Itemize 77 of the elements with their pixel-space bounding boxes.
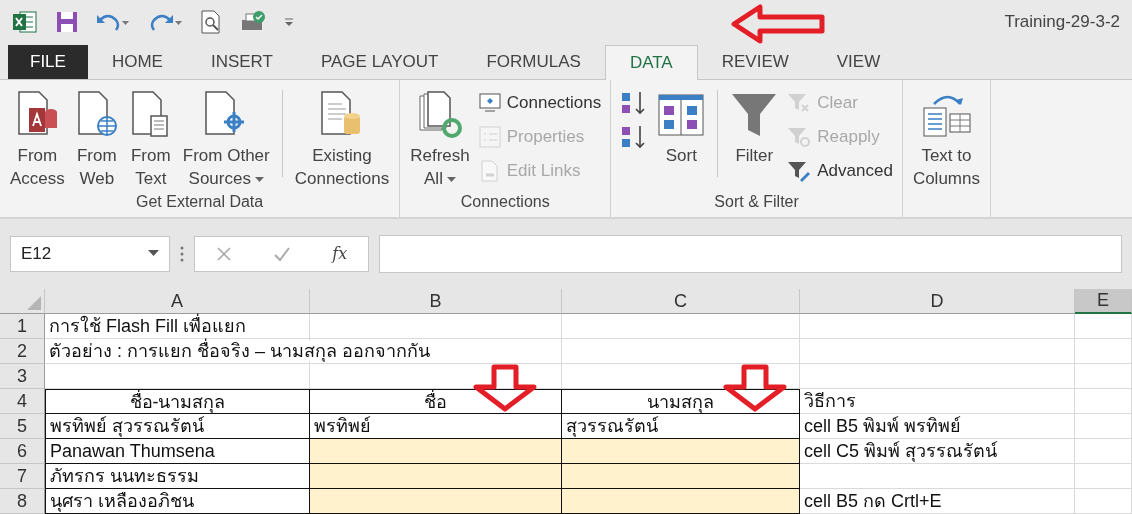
- ribbon-button[interactable]: From Text: [124, 84, 177, 193]
- arrow-annotation: [722, 364, 788, 412]
- table-cell: [1075, 464, 1132, 489]
- column-header[interactable]: B: [310, 289, 562, 314]
- ribbon-button[interactable]: Advanced: [784, 154, 896, 189]
- refresh-documents-icon: [416, 90, 464, 141]
- row-header[interactable]: 3: [0, 364, 45, 389]
- cell-text: นามสกุล: [647, 391, 714, 412]
- cell-text: cell C5 พิมพ์ สุวรรณรัตน์: [804, 441, 998, 461]
- cell-text: วิธีการ: [804, 391, 856, 411]
- check-icon[interactable]: [273, 245, 291, 262]
- row-header[interactable]: 2: [0, 339, 45, 364]
- caret-icon: [254, 176, 264, 183]
- cancel-icon[interactable]: [215, 245, 232, 262]
- group-label: Sort & Filter: [714, 192, 799, 212]
- row-header[interactable]: 4: [0, 389, 45, 414]
- table-cell: [1075, 314, 1132, 339]
- redo-icon[interactable]: [148, 12, 182, 33]
- row-header[interactable]: 5: [0, 414, 45, 439]
- ribbon-tab[interactable]: DATA: [604, 44, 698, 81]
- cell-text: นุศรา เหลืองอภิชน: [50, 491, 194, 511]
- row-header[interactable]: 1: [0, 314, 45, 339]
- cell-text: ชื่อ-นามสกุล: [129, 391, 226, 412]
- column-header[interactable]: D: [800, 289, 1075, 314]
- ribbon-tab[interactable]: INSERT: [186, 44, 297, 80]
- formula-input[interactable]: [379, 234, 1122, 273]
- excel-logo-icon: [12, 10, 38, 35]
- column-header[interactable]: E: [1075, 289, 1132, 314]
- ribbon-button[interactable]: Filter: [726, 84, 783, 170]
- funnel-refresh-icon: [787, 126, 812, 149]
- chain-document-icon: [478, 160, 501, 183]
- more-options-icon[interactable]: [180, 245, 184, 262]
- table-cell: [1075, 339, 1132, 364]
- cell-text: cell B5 กด Crtl+E: [804, 491, 942, 511]
- ribbon-button[interactable]: From Web: [70, 84, 123, 193]
- row-header[interactable]: 7: [0, 464, 45, 489]
- caret-icon: [446, 176, 456, 183]
- ribbon-button[interactable]: Existing Connections: [290, 84, 394, 193]
- ribbon-button[interactable]: Sort: [653, 84, 710, 170]
- row-header[interactable]: 6: [0, 439, 45, 464]
- ribbon-button[interactable]: Text to Columns: [908, 84, 984, 193]
- cell-text: พรทิพย์ สุวรรณรัตน์: [50, 416, 204, 436]
- insert-function-button[interactable]: fx: [332, 244, 348, 264]
- monitor-icon: [478, 93, 501, 114]
- print-preview-icon[interactable]: [200, 10, 222, 35]
- sort-dialog-icon: [657, 93, 706, 138]
- funnel-pencil-icon: [787, 160, 812, 183]
- group-label: Connections: [460, 192, 550, 212]
- customize-menu-icon[interactable]: [284, 16, 294, 29]
- cell-text: พรทิพย์: [314, 416, 371, 436]
- cell-text: ภัทรกร นนทะธรรม: [50, 466, 199, 486]
- row-header[interactable]: 8: [0, 489, 45, 514]
- ribbon-tab[interactable]: VIEW: [812, 44, 905, 80]
- file-tab[interactable]: FILE: [8, 44, 88, 80]
- arrow-annotation: [472, 364, 538, 412]
- name-box[interactable]: E12: [10, 235, 170, 272]
- cell-text: cell B5 พิมพ์ พรทิพย์: [804, 416, 962, 436]
- ribbon-tab[interactable]: PAGE LAYOUT: [296, 44, 463, 80]
- ribbon-tab[interactable]: FORMULAS: [462, 44, 605, 80]
- undo-icon[interactable]: [96, 12, 130, 33]
- ribbon-button[interactable]: Refresh All: [406, 84, 474, 193]
- ribbon-button[interactable]: From Access: [6, 84, 69, 193]
- column-header[interactable]: A: [45, 289, 310, 314]
- cell-text: Panawan Thumsena: [50, 441, 215, 461]
- table-cell: [1075, 364, 1132, 389]
- ribbon-button[interactable]: From Other Sources: [178, 84, 274, 193]
- cell-text: ชื่อ: [424, 391, 447, 412]
- group-label: Get External Data: [136, 192, 264, 212]
- ribbon-tab[interactable]: HOME: [87, 44, 187, 80]
- dropdown-caret-icon: [148, 250, 159, 258]
- ribbon-tab[interactable]: REVIEW: [697, 44, 813, 80]
- save-icon[interactable]: [56, 11, 78, 34]
- column-header[interactable]: C: [562, 289, 800, 314]
- properties-list-icon: [478, 126, 501, 149]
- ribbon-button[interactable]: Connections: [475, 86, 605, 121]
- cell-text: สุวรรณรัตน์: [566, 416, 658, 436]
- window-title: Training-29-3-2: [1004, 12, 1120, 33]
